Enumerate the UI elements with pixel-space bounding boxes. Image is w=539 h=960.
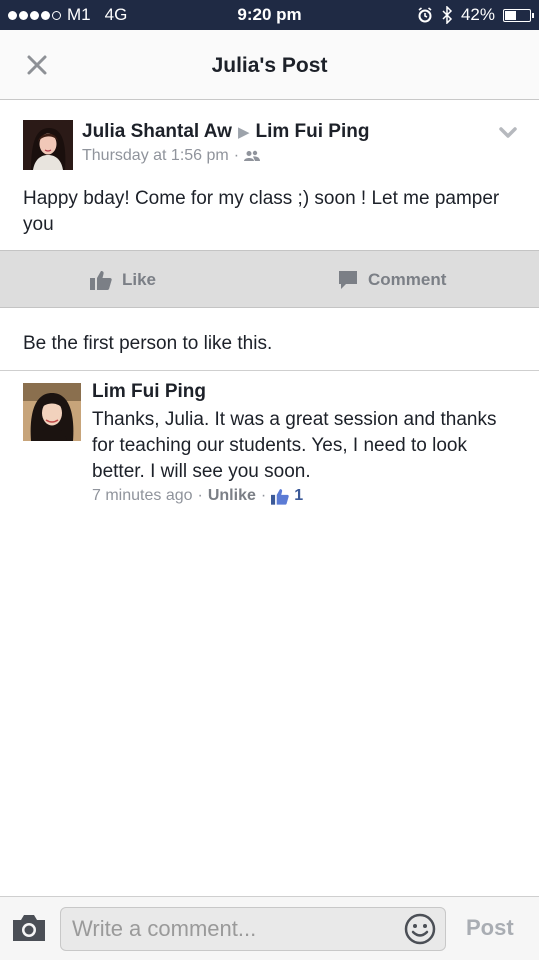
comment-like-count[interactable]: 1 — [294, 487, 303, 505]
like-label: Like — [122, 270, 157, 289]
arrow-right-icon: ▶ — [237, 124, 250, 141]
meta-separator: · — [260, 487, 267, 504]
page-title: Julia's Post — [211, 54, 328, 77]
thumbs-up-icon — [90, 271, 112, 290]
battery-icon — [503, 8, 534, 22]
author-line: Julia Shantal Aw ▶ Lim Fui Ping — [82, 121, 369, 143]
smiley-icon[interactable] — [404, 913, 436, 945]
bluetooth-icon — [442, 6, 453, 24]
like-button[interactable]: Like — [90, 251, 156, 309]
post-button[interactable]: Post — [466, 915, 514, 941]
comment-button[interactable]: Comment — [338, 251, 446, 309]
post-meta: Thursday at 1:56 pm · — [82, 147, 261, 165]
comment-text: Thanks, Julia. It was a great session an… — [92, 409, 497, 482]
comment-composer: Post — [0, 896, 539, 960]
comment-timestamp: 7 minutes ago — [92, 487, 193, 504]
divider — [0, 370, 539, 371]
comment-input[interactable] — [60, 907, 446, 951]
close-icon[interactable] — [22, 50, 52, 80]
unlike-button[interactable]: Unlike — [208, 487, 256, 505]
avatar[interactable] — [23, 120, 73, 170]
action-bar: Like Comment — [0, 250, 539, 308]
likes-summary: Be the first person to like this. — [23, 333, 273, 354]
post-text: Happy bday! Come for my class ;) soon ! … — [23, 188, 500, 235]
post-author-name[interactable]: Julia Shantal Aw — [82, 121, 232, 143]
camera-icon[interactable] — [11, 913, 47, 943]
comment-author-name[interactable]: Lim Fui Ping — [92, 381, 206, 403]
post-timestamp[interactable]: Thursday at 1:56 pm — [82, 147, 229, 165]
comment-label: Comment — [368, 270, 447, 289]
friends-icon — [244, 150, 261, 161]
post-target-name[interactable]: Lim Fui Ping — [255, 121, 369, 143]
author-avatar-wrap[interactable] — [23, 120, 73, 175]
status-right: 42% — [417, 5, 534, 25]
battery-percent: 42% — [460, 5, 495, 24]
meta-separator: · — [197, 487, 203, 504]
chevron-down-icon[interactable] — [499, 126, 517, 140]
speech-bubble-icon — [339, 271, 357, 289]
avatar[interactable] — [23, 383, 81, 441]
status-bar: M1 4G 9:20 pm 42% — [0, 0, 539, 30]
thumbs-up-icon[interactable] — [271, 488, 289, 505]
meta-separator: · — [233, 147, 240, 164]
comment-meta: 7 minutes ago · Unlike · 1 — [92, 487, 303, 505]
header: Julia's Post — [0, 30, 539, 100]
alarm-icon — [418, 7, 432, 23]
